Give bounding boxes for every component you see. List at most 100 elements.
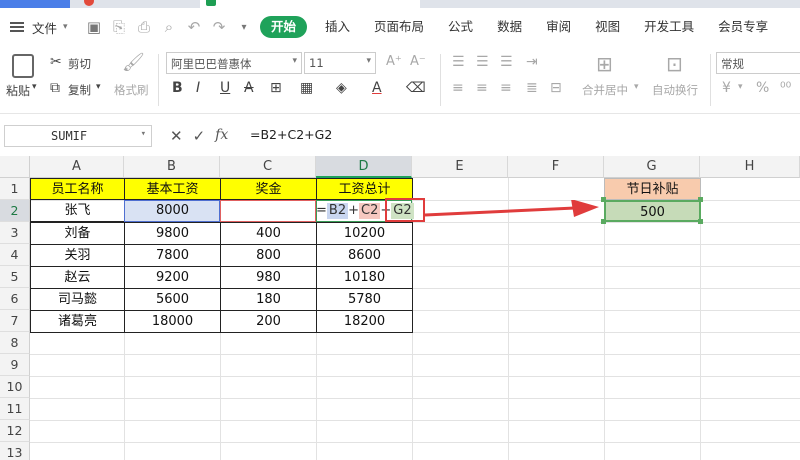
bold-icon[interactable]: B [172,80,183,96]
cell-g2-holiday-allowance-value[interactable]: 500 [604,200,701,222]
export-pdf-icon[interactable]: ⎘ [111,18,127,36]
column-header-f[interactable]: F [508,156,604,178]
tab-view[interactable]: 视图 [583,8,632,46]
row-header-3[interactable]: 3 [0,222,30,244]
increase-font-icon[interactable]: A⁺ [386,54,402,69]
column-header-h[interactable]: H [700,156,800,178]
currency-button[interactable]: ¥ [722,80,731,96]
tab-page-layout[interactable]: 页面布局 [362,8,436,46]
cell-a4[interactable]: 关羽 [30,244,125,267]
document-tab[interactable] [80,0,195,8]
cell-c3[interactable]: 400 [220,222,317,245]
justify-icon[interactable]: ≣ [526,80,538,96]
eraser-icon[interactable]: ⌫ [406,80,426,96]
align-top-icon[interactable]: ☰ [452,54,465,70]
chevron-down-icon[interactable]: ▾ [738,82,743,92]
column-header-b[interactable]: B [124,156,220,178]
cell-b4[interactable]: 7800 [124,244,221,267]
cell-b3[interactable]: 9800 [124,222,221,245]
font-color-icon[interactable]: A [372,80,382,96]
merge-center-button[interactable]: 合并居中 [582,82,628,98]
column-header-a[interactable]: A [30,156,124,178]
wrap-text-button[interactable]: 自动换行 [652,82,698,98]
underline-icon[interactable]: U [220,80,230,96]
tab-data[interactable]: 数据 [485,8,534,46]
bucket-icon[interactable]: ◈ [336,80,347,96]
cell-c5[interactable]: 980 [220,266,317,289]
cell-a7[interactable]: 诸葛亮 [30,310,125,333]
cell-a5[interactable]: 赵云 [30,266,125,289]
row-header-13[interactable]: 13 [0,442,30,460]
number-format-select[interactable]: 常规 [716,52,800,74]
selection-handle[interactable] [601,219,606,224]
tab-home[interactable]: 开始 [260,16,308,38]
row-header-1[interactable]: 1 [0,178,30,200]
border-icon[interactable]: ⊞ [270,80,282,96]
cell-d4[interactable]: 8600 [316,244,413,267]
font-name-select[interactable]: 阿里巴巴普惠体 ▾ [166,52,302,74]
print-preview-icon[interactable]: ⌕ [161,18,177,36]
tab-membership[interactable]: 会员专享 [706,8,780,46]
header-employee-name[interactable]: 员工名称 [30,178,125,200]
row-header-10[interactable]: 10 [0,376,30,398]
align-left-icon[interactable]: ≡ [452,80,464,96]
selection-handle[interactable] [698,197,703,202]
align-center-icon[interactable]: ≡ [476,80,488,96]
cancel-icon[interactable]: ✕ [170,127,183,145]
distributed-icon[interactable]: ⊟ [550,80,562,96]
document-tab-active[interactable] [200,0,420,8]
thousands-icon[interactable]: ⁰⁰ [780,80,791,96]
cell-b6[interactable]: 5600 [124,288,221,311]
align-middle-icon[interactable]: ☰ [476,54,489,70]
header-base-salary[interactable]: 基本工资 [124,178,221,200]
row-header-5[interactable]: 5 [0,266,30,288]
selection-handle[interactable] [698,219,703,224]
more-chevron-icon[interactable]: ▾ [236,22,252,33]
cell-d7[interactable]: 18200 [316,310,413,333]
cell-a2[interactable]: 张飞 [30,199,125,222]
header-total-salary[interactable]: 工资总计 [316,178,413,200]
row-header-4[interactable]: 4 [0,244,30,266]
column-header-g[interactable]: G [604,156,700,178]
select-all-corner[interactable] [0,156,30,178]
selection-handle[interactable] [601,197,606,202]
chevron-down-icon[interactable]: ▾ [96,82,101,92]
insert-function-icon[interactable]: fx [215,127,228,145]
percent-button[interactable]: % [756,80,769,96]
format-painter-button[interactable]: 格式刷 [114,82,149,98]
column-header-e[interactable]: E [412,156,508,178]
header-bonus[interactable]: 奖金 [220,178,317,200]
row-header-11[interactable]: 11 [0,398,30,420]
redo-icon[interactable]: ↷ [211,18,227,36]
cell-c6[interactable]: 180 [220,288,317,311]
confirm-icon[interactable]: ✓ [193,127,206,145]
row-header-7[interactable]: 7 [0,310,30,332]
row-header-6[interactable]: 6 [0,288,30,310]
copy-button[interactable]: 复制 [68,82,91,98]
cell-d5[interactable]: 10180 [316,266,413,289]
row-header-12[interactable]: 12 [0,420,30,442]
cell-b7[interactable]: 18000 [124,310,221,333]
name-box[interactable]: SUMIF ▾ [4,125,152,147]
paste-icon[interactable] [12,54,34,78]
column-header-c[interactable]: C [220,156,316,178]
tab-formulas[interactable]: 公式 [436,8,485,46]
strikethrough-icon[interactable]: A [244,80,254,96]
cell-d6[interactable]: 5780 [316,288,413,311]
row-header-8[interactable]: 8 [0,332,30,354]
indent-icon[interactable]: ⇥ [526,54,538,70]
paste-button[interactable]: 粘贴 [6,82,30,99]
tab-insert[interactable]: 插入 [313,8,362,46]
cut-button[interactable]: 剪切 [68,56,91,72]
cell-b5[interactable]: 9200 [124,266,221,289]
undo-icon[interactable]: ↶ [186,18,202,36]
chevron-down-icon[interactable]: ▾ [634,82,639,92]
fill-color-icon[interactable]: ▦ [300,80,313,96]
row-header-9[interactable]: 9 [0,354,30,376]
print-icon[interactable]: ⎙ [136,18,152,36]
tab-review[interactable]: 审阅 [534,8,583,46]
align-bottom-icon[interactable]: ☰ [500,54,513,70]
cell-c4[interactable]: 800 [220,244,317,267]
tab-developer[interactable]: 开发工具 [632,8,706,46]
row-header-2[interactable]: 2 [0,200,30,222]
